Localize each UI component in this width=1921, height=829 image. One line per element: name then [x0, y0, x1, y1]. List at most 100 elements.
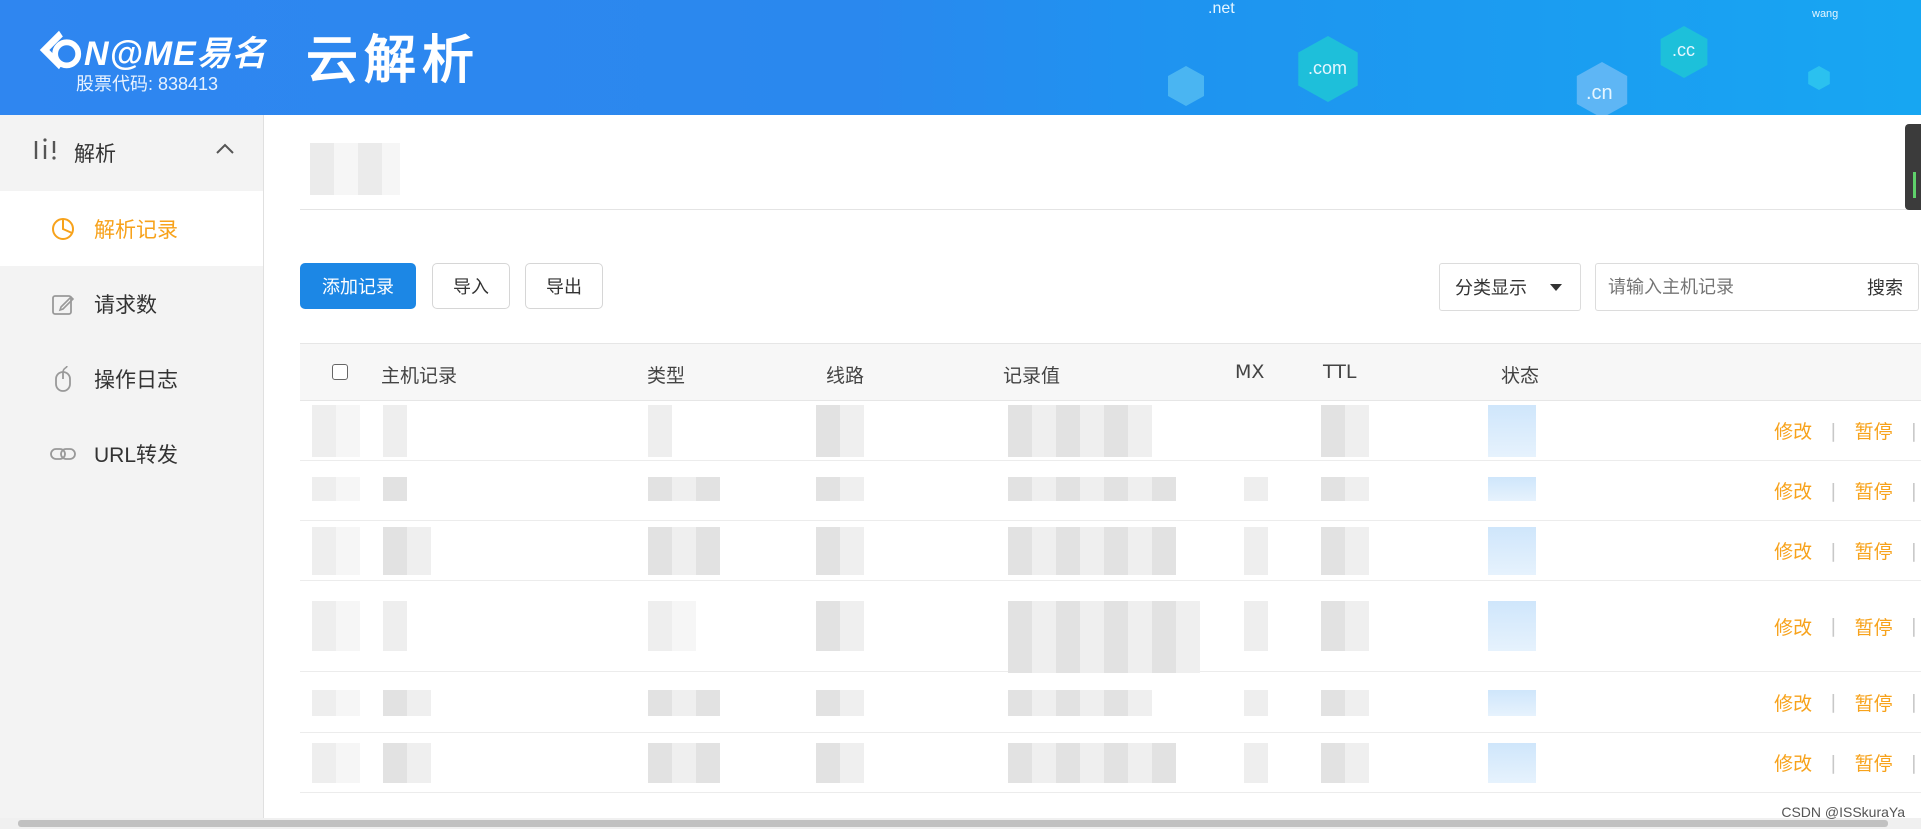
- redacted-cell: [648, 601, 696, 651]
- redacted-cell: [1321, 690, 1369, 716]
- main-content: 添加记录 导入 导出 分类显示 搜索 主机记录 类型 线路 记录值 MX TTL…: [280, 115, 1921, 829]
- divider: [300, 209, 1915, 210]
- sidebar-item-label: 请求数: [94, 293, 157, 317]
- pause-link[interactable]: 暂停: [1855, 689, 1893, 716]
- redacted-cell: [1244, 690, 1268, 716]
- redacted-cell: [1321, 527, 1369, 575]
- sidebar-group-resolve[interactable]: 解析: [0, 115, 263, 191]
- caret-down-icon: [1550, 284, 1562, 291]
- column-header-mx: MX: [1235, 361, 1265, 383]
- redacted-cell: [312, 527, 360, 575]
- category-display-select[interactable]: 分类显示: [1439, 263, 1581, 311]
- watermark: CSDN @ISSkuraYa: [1781, 804, 1905, 820]
- tld-label: .cc: [1672, 40, 1696, 60]
- export-button[interactable]: 导出: [525, 263, 603, 309]
- tld-label: .net: [1208, 0, 1235, 17]
- row-actions: 修改 | 暂停 |: [1774, 672, 1921, 732]
- column-header-status: 状态: [1501, 365, 1540, 387]
- redacted-cell: [1321, 477, 1369, 501]
- table-header: 主机记录 类型 线路 记录值 MX TTL 状态: [300, 343, 1921, 401]
- redacted-cell: [648, 527, 720, 575]
- redacted-cell: [312, 405, 360, 457]
- table-row[interactable]: 修改 | 暂停 |: [300, 581, 1921, 673]
- edit-link[interactable]: 修改: [1774, 417, 1812, 444]
- status-badge: [1488, 601, 1536, 651]
- redacted-cell: [1008, 690, 1152, 716]
- redacted-cell: [648, 405, 672, 457]
- pie-chart-icon: [50, 216, 76, 242]
- table-row[interactable]: 修改 | 暂停 |: [300, 521, 1921, 581]
- redacted-cell: [383, 743, 431, 783]
- redacted-cell: [1008, 743, 1176, 783]
- redacted-cell: [1008, 601, 1200, 673]
- add-record-button[interactable]: 添加记录: [300, 263, 416, 309]
- redacted-cell: [816, 743, 864, 783]
- bars-icon: [32, 137, 60, 169]
- edit-link[interactable]: 修改: [1774, 689, 1812, 716]
- sidebar-item-url-forward[interactable]: URL转发: [0, 416, 263, 491]
- redacted-cell: [312, 743, 360, 783]
- redacted-cell: [383, 601, 407, 651]
- sidebar-item-records[interactable]: 解析记录: [0, 191, 263, 266]
- redacted-cell: [1008, 477, 1176, 501]
- edit-icon: [50, 291, 76, 317]
- toolbar: 添加记录 导入 导出 分类显示 搜索: [300, 263, 1919, 313]
- redacted-cell: [1321, 601, 1369, 651]
- status-badge: [1488, 477, 1536, 501]
- edit-link[interactable]: 修改: [1774, 749, 1812, 776]
- sidebar-group-label: 解析: [74, 143, 116, 166]
- row-actions: 修改 | 暂停 |: [1774, 521, 1921, 580]
- table-row[interactable]: 修改 | 暂停 |: [300, 733, 1921, 793]
- redacted-cell: [1244, 743, 1268, 783]
- pause-link[interactable]: 暂停: [1855, 749, 1893, 776]
- row-actions: 修改 | 暂停 |: [1774, 581, 1921, 671]
- redacted-cell: [816, 477, 864, 501]
- pause-link[interactable]: 暂停: [1855, 417, 1893, 444]
- sidebar-item-label: URL转发: [94, 443, 179, 467]
- redacted-cell: [1244, 601, 1268, 651]
- redacted-cell: [648, 477, 720, 501]
- redacted-cell: [312, 690, 360, 716]
- edit-link[interactable]: 修改: [1774, 613, 1812, 640]
- table-row[interactable]: 修改 | 暂停 |: [300, 672, 1921, 733]
- dns-records-table: 主机记录 类型 线路 记录值 MX TTL 状态 修改 | 暂停 | 修改 | …: [300, 343, 1921, 793]
- status-badge: [1488, 690, 1536, 716]
- horizontal-scrollbar[interactable]: [0, 818, 1921, 829]
- search-button[interactable]: 搜索: [1852, 263, 1919, 311]
- redacted-cell: [1321, 743, 1369, 783]
- pause-link[interactable]: 暂停: [1855, 613, 1893, 640]
- search-input[interactable]: [1595, 263, 1853, 311]
- sidebar-item-requests[interactable]: 请求数: [0, 266, 263, 341]
- hexagon-decoration-icon: [1808, 66, 1830, 90]
- chevron-up-icon[interactable]: [215, 141, 235, 155]
- tld-label: .com: [1308, 58, 1348, 78]
- column-header-value: 记录值: [1003, 365, 1061, 387]
- top-banner: N@ME易名 股票代码: 838413 云解析 .net wang .com .…: [0, 0, 1921, 115]
- sidebar-item-label: 操作日志: [94, 368, 178, 392]
- edit-link[interactable]: 修改: [1774, 537, 1812, 564]
- row-actions: 修改 | 暂停 |: [1774, 461, 1921, 520]
- sidebar-item-label: 解析记录: [94, 218, 178, 242]
- pause-link[interactable]: 暂停: [1855, 477, 1893, 504]
- redacted-cell: [816, 601, 864, 651]
- stock-code: 股票代码: 838413: [76, 74, 219, 94]
- breadcrumb-redacted: [310, 143, 400, 195]
- table-row[interactable]: 修改 | 暂停 |: [300, 461, 1921, 521]
- select-all-checkbox[interactable]: [332, 364, 348, 380]
- status-badge: [1488, 405, 1536, 457]
- column-header-line: 线路: [826, 365, 865, 387]
- redacted-cell: [816, 405, 864, 457]
- redacted-cell: [1244, 527, 1268, 575]
- sidebar-item-logs[interactable]: 操作日志: [0, 341, 263, 416]
- redacted-cell: [1008, 527, 1176, 575]
- column-header-ttl: TTL: [1323, 361, 1357, 383]
- side-widget[interactable]: [1905, 124, 1921, 210]
- product-title: 云解析: [306, 31, 481, 91]
- edit-link[interactable]: 修改: [1774, 477, 1812, 504]
- scrollbar-thumb[interactable]: [18, 820, 1888, 827]
- tld-label: wang: [1812, 8, 1839, 20]
- redacted-cell: [1321, 405, 1369, 457]
- table-row[interactable]: 修改 | 暂停 |: [300, 401, 1921, 461]
- pause-link[interactable]: 暂停: [1855, 537, 1893, 564]
- import-button[interactable]: 导入: [432, 263, 510, 309]
